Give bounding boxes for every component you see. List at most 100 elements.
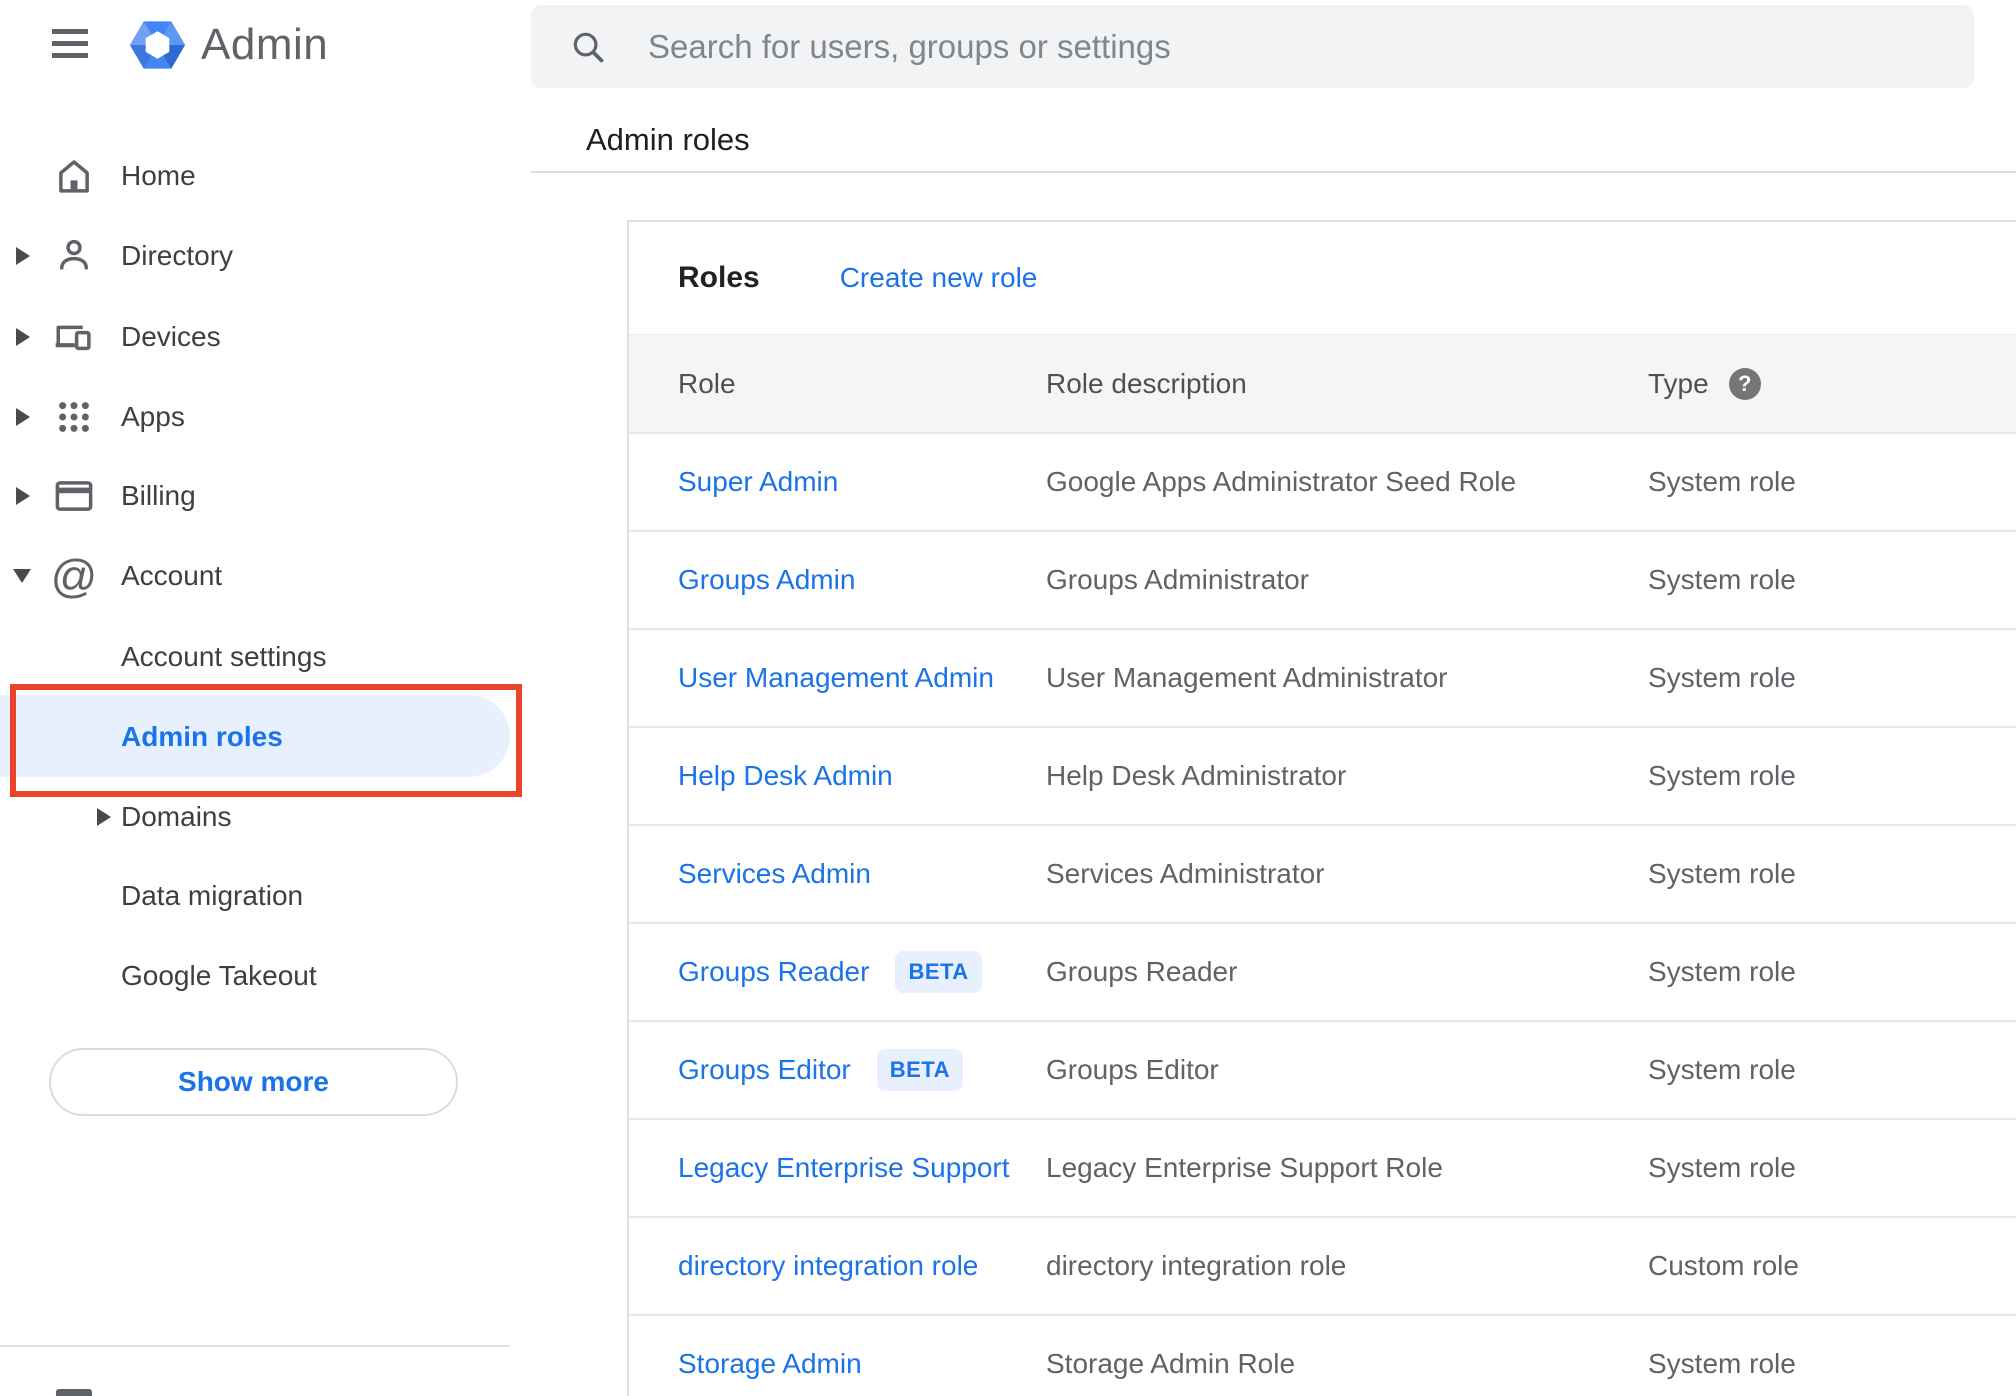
search-input[interactable] — [648, 27, 1848, 66]
sidebar-item-data-migration[interactable]: Data migration — [0, 856, 514, 936]
expand-arrow-down-icon[interactable] — [13, 569, 31, 583]
role-type: System role — [1648, 1054, 1796, 1085]
role-description: Help Desk Administrator — [1046, 760, 1347, 791]
role-cell: User Management Admin — [678, 662, 1046, 694]
expand-arrow-right-icon[interactable] — [16, 247, 30, 265]
role-description: Storage Admin Role — [1046, 1348, 1296, 1379]
table-row: Storage Admin Storage Admin Role System ro… — [629, 1314, 2016, 1396]
roles-title: Roles — [678, 261, 760, 294]
sidebar-item-billing[interactable]: Billing — [0, 456, 514, 536]
table-row: Groups Admin Groups Administrator System r… — [629, 530, 2016, 628]
role-link[interactable]: Groups Admin — [678, 564, 855, 596]
sidebar-item-label: Google Takeout — [121, 960, 317, 991]
sidebar-item-account-settings[interactable]: Account settings — [0, 617, 514, 697]
beta-badge: BETA — [876, 1049, 964, 1091]
role-link[interactable]: Legacy Enterprise Support — [678, 1152, 1010, 1184]
role-link[interactable]: Groups Editor — [678, 1054, 851, 1086]
role-type: Custom role — [1648, 1250, 1799, 1281]
role-cell: Help Desk Admin — [678, 760, 1046, 792]
table-row: directory integration role directory inte… — [629, 1216, 2016, 1314]
expand-arrow-right-icon[interactable] — [16, 487, 30, 505]
at-sign-icon: @ — [50, 550, 98, 602]
role-description: Groups Administrator — [1046, 564, 1309, 595]
role-description: User Management Administrator — [1046, 662, 1448, 693]
role-type: System role — [1648, 564, 1796, 595]
sidebar-item-directory[interactable]: Directory — [0, 216, 514, 296]
sidebar-bottom-divider — [0, 1345, 510, 1347]
table-header: Role Role description Type ? — [629, 334, 2016, 432]
sidebar-item-devices[interactable]: Devices — [0, 297, 514, 377]
column-role-description: Role description — [1046, 367, 1247, 399]
home-icon — [52, 154, 96, 198]
sidebar-item-label: Devices — [121, 321, 221, 352]
role-description: directory integration role — [1046, 1250, 1347, 1281]
role-description: Groups Reader — [1046, 956, 1238, 987]
sidebar-item-label: Admin roles — [121, 721, 283, 752]
role-link[interactable]: directory integration role — [678, 1250, 978, 1282]
roles-table-body: Super Admin Google Apps Administrator See… — [629, 432, 2016, 1396]
sidebar: Admin Home Directory Devices Apps Billing @ Ac… — [0, 0, 522, 1396]
sidebar-nav: Home Directory Devices Apps Billing @ Account A… — [0, 0, 514, 1396]
sidebar-item-label: Billing — [121, 480, 196, 511]
sidebar-item-apps[interactable]: Apps — [0, 377, 514, 457]
expand-arrow-right-icon[interactable] — [97, 808, 111, 826]
sidebar-item-admin-roles[interactable]: Admin roles — [0, 695, 514, 777]
sidebar-item-label: Directory — [121, 240, 234, 271]
column-role: Role — [678, 367, 736, 399]
table-row: Help Desk Admin Help Desk Administrator Sy… — [629, 726, 2016, 824]
column-type: Type ? — [1648, 367, 2016, 400]
role-description: Services Administrator — [1046, 858, 1325, 889]
breadcrumb: Admin roles — [586, 122, 750, 157]
role-link[interactable]: User Management Admin — [678, 662, 994, 694]
search-icon — [573, 32, 604, 62]
roles-card-header: Roles Create new role — [629, 222, 2016, 334]
create-new-role-link[interactable]: Create new role — [840, 262, 1038, 294]
role-link[interactable]: Storage Admin — [678, 1348, 862, 1380]
sidebar-item-label: Home — [121, 160, 196, 191]
role-type: System role — [1648, 858, 1796, 889]
role-cell: Legacy Enterprise Support — [678, 1152, 1046, 1184]
role-description: Google Apps Administrator Seed Role — [1046, 466, 1517, 497]
person-icon — [52, 234, 96, 278]
role-type: System role — [1648, 466, 1796, 497]
sidebar-item-google-takeout[interactable]: Google Takeout — [0, 936, 514, 1016]
role-type: System role — [1648, 760, 1796, 791]
role-type: System role — [1648, 662, 1796, 693]
help-icon[interactable]: ? — [1728, 367, 1761, 400]
expand-arrow-right-icon[interactable] — [16, 408, 30, 426]
role-type: System role — [1648, 956, 1796, 987]
sidebar-item-label: Account settings — [121, 641, 327, 672]
feedback-icon[interactable] — [56, 1389, 92, 1396]
role-type: System role — [1648, 1152, 1796, 1183]
table-row: Legacy Enterprise Support Legacy Enterpri… — [629, 1118, 2016, 1216]
role-cell: Groups Reader BETA — [678, 951, 1046, 993]
role-link[interactable]: Groups Reader — [678, 956, 869, 988]
role-description: Legacy Enterprise Support Role — [1046, 1152, 1443, 1183]
sidebar-item-label: Account — [121, 560, 223, 591]
role-description: Groups Editor — [1046, 1054, 1219, 1085]
role-type: System role — [1648, 1348, 1796, 1379]
devices-icon — [52, 315, 96, 359]
sidebar-item-domains[interactable]: Domains — [0, 777, 514, 857]
role-link[interactable]: Services Admin — [678, 858, 871, 890]
search-bar[interactable] — [531, 5, 1974, 88]
credit-card-icon — [52, 474, 96, 518]
roles-card: Roles Create new role Role Role descript… — [627, 220, 2016, 1396]
role-cell: Groups Admin — [678, 564, 1046, 596]
sidebar-item-home[interactable]: Home — [0, 136, 514, 216]
role-cell: Groups Editor BETA — [678, 1049, 1046, 1091]
role-link[interactable]: Help Desk Admin — [678, 760, 893, 792]
sidebar-item-label: Domains — [121, 801, 232, 832]
table-row: Services Admin Services Administrator Syst… — [629, 824, 2016, 922]
role-link[interactable]: Super Admin — [678, 466, 838, 498]
table-row: Super Admin Google Apps Administrator See… — [629, 432, 2016, 530]
table-row: Groups Reader BETA Groups Reader System rol… — [629, 922, 2016, 1020]
admin-console: Admin Home Directory Devices Apps Billing @ Ac… — [0, 0, 2016, 1396]
role-cell: Services Admin — [678, 858, 1046, 890]
content-divider — [531, 171, 2016, 173]
role-cell: directory integration role — [678, 1250, 1046, 1282]
show-more-button[interactable]: Show more — [49, 1048, 458, 1116]
sidebar-item-account[interactable]: @ Account — [0, 536, 514, 616]
table-row: Groups Editor BETA Groups Editor System rol… — [629, 1020, 2016, 1118]
expand-arrow-right-icon[interactable] — [16, 328, 30, 346]
